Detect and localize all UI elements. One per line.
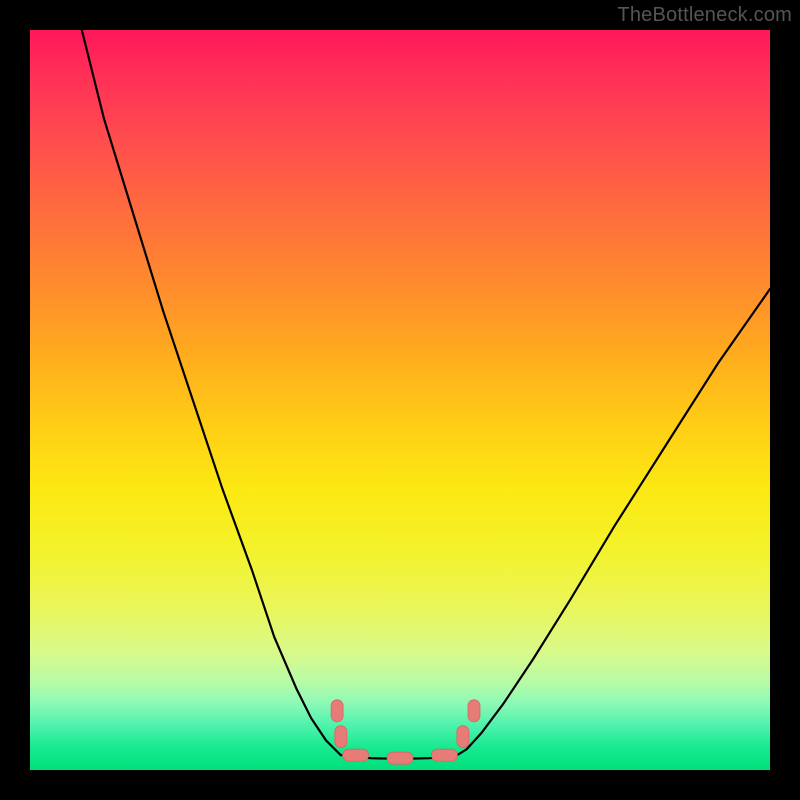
highlight-markers bbox=[331, 700, 480, 764]
highlight-marker-1 bbox=[335, 726, 347, 748]
highlight-marker-6 bbox=[468, 700, 480, 722]
bottleneck-curve-svg bbox=[30, 30, 770, 770]
bottleneck-curve bbox=[82, 30, 770, 759]
highlight-marker-5 bbox=[457, 726, 469, 748]
outer-frame: TheBottleneck.com bbox=[0, 0, 800, 800]
highlight-marker-2 bbox=[343, 749, 369, 761]
highlight-marker-3 bbox=[387, 752, 413, 764]
highlight-marker-4 bbox=[431, 749, 457, 761]
highlight-marker-0 bbox=[331, 700, 343, 722]
plot-area bbox=[30, 30, 770, 770]
watermark-text: TheBottleneck.com bbox=[617, 4, 792, 27]
